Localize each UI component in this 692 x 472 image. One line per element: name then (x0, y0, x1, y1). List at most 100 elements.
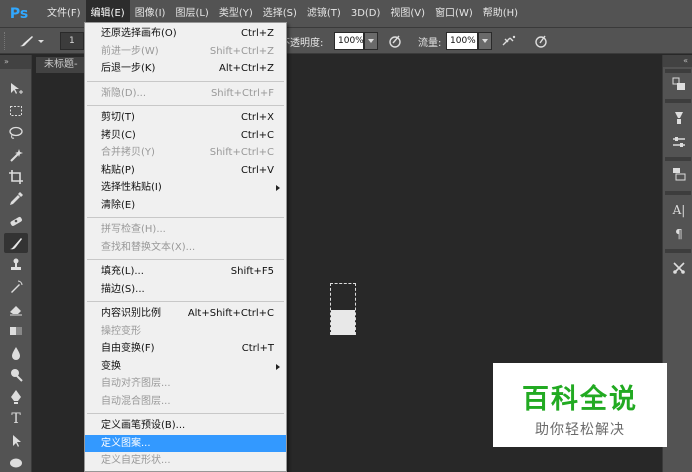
menu-item-find-replace: 查找和替换文本(X)... (85, 239, 286, 257)
menu-item-auto-align-layers: 自动对齐图层... (85, 375, 286, 393)
character-panel-icon[interactable]: A| (670, 201, 688, 219)
menu-item-label: 描边(S)... (101, 283, 145, 295)
watermark-badge: 百科全说 助你轻松解决 (493, 363, 667, 447)
brush-tool-icon[interactable] (4, 233, 28, 253)
pen-tool-icon[interactable] (4, 387, 28, 407)
eyedropper-tool-icon[interactable] (4, 189, 28, 209)
menu-item-copy[interactable]: 拷贝(C) Ctrl+C (85, 127, 286, 145)
menu-separator (87, 413, 284, 414)
menu-item-fill[interactable]: 填充(L)... Shift+F5 (85, 263, 286, 281)
dock-separator (665, 69, 691, 73)
menu-item-content-aware-scale[interactable]: 内容识别比例 Alt+Shift+Ctrl+C (85, 305, 286, 323)
document-tab[interactable]: 未标题- (36, 57, 86, 73)
menu-item-paste-special[interactable]: 选择性粘贴(I) (85, 179, 286, 197)
menu-item-fade: 渐隐(D)... Shift+Ctrl+F (85, 85, 286, 103)
dock-collapse-icon[interactable]: « (663, 55, 692, 67)
menu-item-puppet-warp: 操控变形 (85, 323, 286, 341)
menu-item-label: 定义图案... (101, 437, 151, 449)
flow-dropdown-arrow[interactable] (478, 32, 492, 50)
layers-panel-icon[interactable] (670, 165, 688, 183)
menu-item-label: 内容识别比例 (101, 308, 161, 319)
menu-item-label: 前进一步(W) (101, 45, 159, 57)
opacity-field[interactable]: 100% (334, 32, 364, 50)
menu-item-label: 渐隐(D)... (101, 87, 147, 99)
menu-item-label: 后退一步(K) (101, 63, 156, 74)
brush-presets-panel-icon[interactable] (670, 109, 688, 127)
menu-item-label: 清除(E) (101, 199, 136, 211)
menu-item-label: 查找和替换文本(X)... (101, 241, 196, 253)
flow-label: 流量: (418, 38, 442, 49)
history-brush-tool-icon[interactable] (4, 277, 28, 297)
brush-preset-picker[interactable] (16, 33, 46, 49)
menu-item-label: 剪切(T) (101, 112, 135, 123)
dodge-tool-icon[interactable] (4, 365, 28, 385)
menu-item-step-backward[interactable]: 后退一步(K) Alt+Ctrl+Z (85, 60, 286, 78)
menu-item-define-brush-preset[interactable]: 定义画笔预设(B)... (85, 417, 286, 435)
quick-selection-tool-icon[interactable] (4, 145, 28, 165)
adjustments-panel-icon[interactable] (670, 133, 688, 151)
lasso-tool-icon[interactable] (4, 123, 28, 143)
watermark-subtitle: 助你轻松解决 (535, 422, 625, 438)
menu-item-label: 自动混合图层... (101, 395, 171, 407)
pressure-opacity-icon[interactable] (387, 33, 403, 49)
menu-separator (87, 217, 284, 218)
menu-3d[interactable]: 3D(D) (346, 0, 386, 28)
menu-view[interactable]: 视图(V) (385, 0, 430, 28)
type-tool-icon[interactable]: T (4, 409, 28, 429)
menu-item-transform[interactable]: 变换 (85, 358, 286, 376)
ellipse-tool-icon[interactable] (4, 453, 28, 472)
airbrush-icon[interactable] (501, 33, 517, 49)
dock-separator (665, 249, 691, 253)
menu-item-shortcut: Ctrl+X (240, 112, 274, 123)
edit-menu-dropdown: 还原选择画布(O) Ctrl+Z 前进一步(W) Shift+Ctrl+Z 后退一步… (84, 22, 287, 472)
paragraph-panel-icon[interactable]: ¶ (670, 225, 688, 243)
menu-item-label: 变换 (101, 360, 121, 372)
menu-item-paste[interactable]: 粘贴(P) Ctrl+V (85, 162, 286, 180)
selection-marquee (330, 283, 356, 335)
menu-item-cut[interactable]: 剪切(T) Ctrl+X (85, 109, 286, 127)
menu-separator (87, 259, 284, 260)
path-selection-tool-icon[interactable] (4, 431, 28, 451)
dock-separator (665, 99, 691, 103)
options-grip[interactable] (4, 32, 7, 50)
menu-item-stroke[interactable]: 描边(S)... (85, 281, 286, 299)
menu-item-undo[interactable]: 还原选择画布(O) Ctrl+Z (85, 25, 286, 43)
menu-separator (87, 80, 284, 82)
clone-stamp-tool-icon[interactable] (4, 255, 28, 275)
flow-field[interactable]: 100% (446, 32, 478, 50)
menu-item-shortcut: Ctrl+V (240, 164, 274, 176)
menu-filter[interactable]: 滤镜(T) (302, 0, 346, 28)
menu-item-label: 填充(L)... (101, 266, 144, 277)
history-panel-icon[interactable] (670, 75, 688, 93)
tools-panel-collapse-icon[interactable]: » (0, 55, 31, 69)
dock-separator (665, 191, 691, 195)
menu-help[interactable]: 帮助(H) (478, 0, 523, 28)
menu-item-define-pattern[interactable]: 定义图案... (85, 434, 286, 452)
selected-fill (331, 310, 355, 335)
menu-window[interactable]: 窗口(W) (430, 0, 478, 28)
menu-separator (87, 105, 284, 106)
menu-item-shortcut: Shift+Ctrl+F (210, 87, 274, 99)
menu-item-label: 粘贴(P) (101, 164, 135, 176)
healing-brush-tool-icon[interactable] (4, 211, 28, 231)
blur-tool-icon[interactable] (4, 343, 28, 363)
menu-item-auto-blend-layers: 自动混合图层... (85, 393, 286, 411)
crop-tool-icon[interactable] (4, 167, 28, 187)
menu-file[interactable]: 文件(F) (42, 0, 86, 28)
brush-size-field[interactable]: 1 (60, 32, 84, 50)
menu-item-shortcut: Ctrl+C (240, 129, 274, 141)
menu-item-label: 自由变换(F) (101, 343, 155, 354)
eraser-tool-icon[interactable] (4, 299, 28, 319)
pressure-size-icon[interactable] (533, 33, 549, 49)
tool-presets-panel-icon[interactable] (670, 259, 688, 277)
menu-item-clear[interactable]: 清除(E) (85, 197, 286, 215)
watermark-title: 百科全说 (522, 384, 638, 415)
menu-item-shortcut: Ctrl+T (241, 343, 274, 354)
menu-item-free-transform[interactable]: 自由变换(F) Ctrl+T (85, 340, 286, 358)
gradient-tool-icon[interactable] (4, 321, 28, 341)
opacity-dropdown-arrow[interactable] (364, 32, 378, 50)
menu-item-spell-check: 拼写检查(H)... (85, 221, 286, 239)
menu-item-define-custom-shape: 定义自定形状... (85, 452, 286, 470)
marquee-tool-icon[interactable] (4, 101, 28, 121)
move-tool-icon[interactable] (4, 79, 28, 99)
